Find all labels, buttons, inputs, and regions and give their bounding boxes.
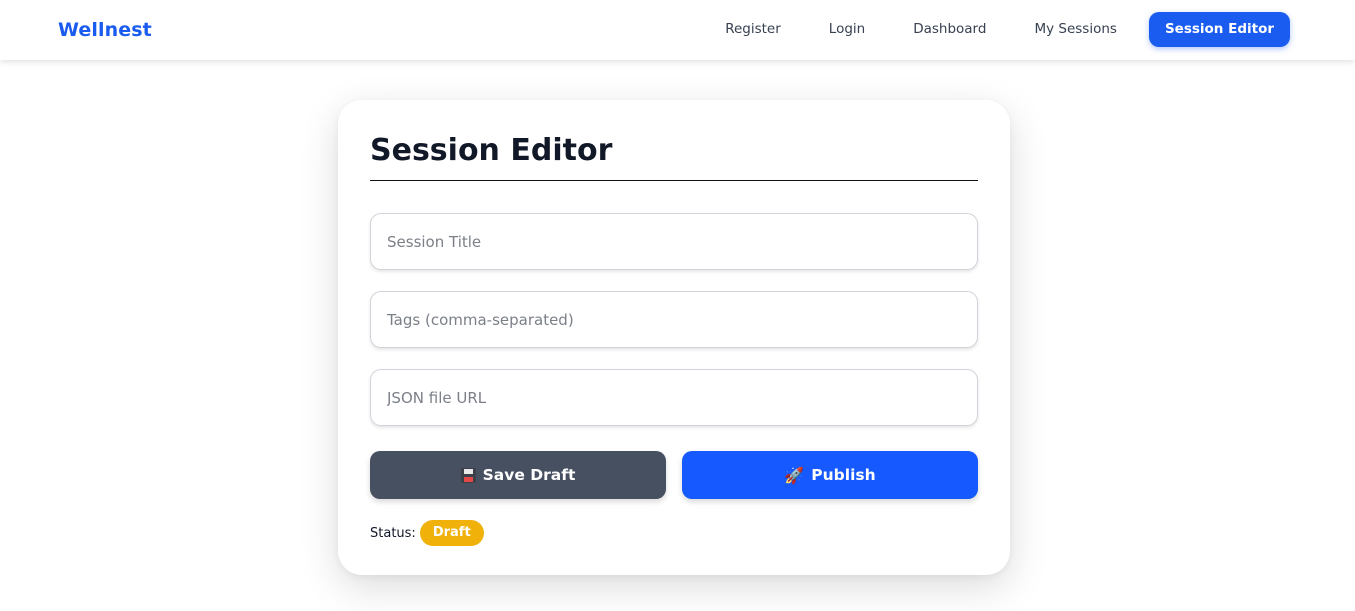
save-draft-label: Save Draft	[482, 466, 576, 484]
status-label: Status:	[370, 525, 416, 541]
status-badge: Draft	[419, 520, 484, 546]
nav-link-session-editor[interactable]: Session Editor	[1148, 12, 1290, 47]
json-url-input[interactable]	[370, 369, 978, 426]
session-editor-card: Session Editor Save Draft 🚀 Publish Stat…	[338, 100, 1010, 575]
session-title-input[interactable]	[370, 213, 978, 270]
brand-logo[interactable]: Wellnest	[58, 19, 152, 41]
nav-link-login[interactable]: Login	[813, 12, 881, 47]
status-row: Status: Draft	[370, 520, 484, 546]
floppy-disk-icon	[460, 467, 476, 483]
publish-button[interactable]: 🚀 Publish	[682, 451, 978, 499]
title-divider	[370, 180, 978, 181]
nav-link-my-sessions[interactable]: My Sessions	[1018, 12, 1132, 47]
save-draft-button[interactable]: Save Draft	[370, 451, 666, 499]
top-navbar: Wellnest Register Login Dashboard My Ses…	[0, 0, 1355, 60]
tags-input[interactable]	[370, 291, 978, 348]
page-title: Session Editor	[370, 133, 613, 168]
rocket-icon: 🚀	[784, 465, 805, 485]
nav-link-register[interactable]: Register	[709, 12, 797, 47]
nav-links: Register Login Dashboard My Sessions Ses…	[709, 12, 1290, 47]
page-content: Session Editor Save Draft 🚀 Publish Stat…	[0, 60, 1355, 611]
nav-link-dashboard[interactable]: Dashboard	[897, 12, 1002, 47]
publish-label: Publish	[811, 466, 876, 484]
